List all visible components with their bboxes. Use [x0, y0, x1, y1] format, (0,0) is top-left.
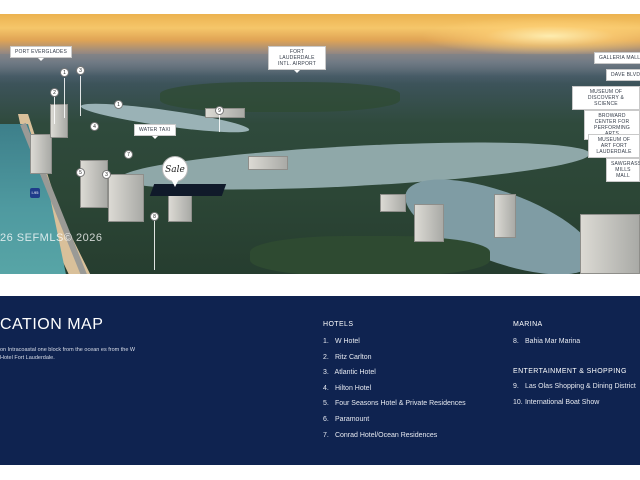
- list-item-number: 5.: [323, 400, 329, 408]
- pin-stem: [54, 94, 55, 124]
- hotels-heading: HOTELS: [323, 321, 354, 328]
- list-item-label: Ritz Carlton: [333, 353, 372, 361]
- label-museum-art: MUSEUM OF ART FORT LAUDERDALE: [588, 134, 640, 158]
- panel-title: CATION MAP: [0, 316, 104, 333]
- pin-stem: [64, 78, 65, 118]
- list-item-number: 1.: [323, 338, 329, 345]
- list-item: 4. Hilton Hotel: [323, 381, 466, 397]
- tower: [414, 204, 444, 242]
- hotels-list: 1. W Hotel 2. Ritz Carlton 3. Atlantic Hot…: [323, 334, 466, 443]
- list-item-label: Atlantic Hotel: [333, 369, 376, 377]
- tower: [494, 194, 516, 238]
- list-item: 10. International Boat Show: [513, 395, 636, 411]
- list-item-label: Conrad Hotel/Ocean Residences: [333, 431, 438, 439]
- list-item-label: International Boat Show: [523, 398, 600, 406]
- list-item: 8. Bahia Mar Marina: [513, 334, 580, 350]
- entertainment-list: 9. Las Olas Shopping & Dining District 10…: [513, 379, 636, 410]
- panel-description: on Intracoastal one block from the ocean…: [0, 347, 136, 361]
- pin-stem: [154, 220, 155, 270]
- location-map-panel: CATION MAP on Intracoastal one block fro…: [0, 296, 640, 465]
- building: [380, 194, 406, 212]
- list-item: 7. Conrad Hotel/Ocean Residences: [323, 428, 466, 444]
- label-sawgrass: SAWGRASS MILLS MALL: [606, 158, 640, 182]
- list-item: 2. Ritz Carlton: [323, 350, 466, 366]
- listing-photo-view: PORT EVERGLADES FORT LAUDERDALE INTL. AI…: [0, 0, 640, 480]
- marina-heading: MARINA: [513, 321, 543, 328]
- list-item: 5. Four Seasons Hotel & Private Residenc…: [323, 396, 466, 412]
- building: [205, 108, 245, 118]
- map-pin: 3: [102, 170, 111, 179]
- tree-cluster: [160, 82, 400, 112]
- sunset-glow: [420, 16, 640, 56]
- list-item-number: 6.: [323, 415, 329, 423]
- list-item: 6. Paramount: [323, 412, 466, 428]
- list-item-number: 4.: [323, 384, 329, 392]
- pin-stem: [219, 114, 220, 132]
- label-museum-discovery: MUSEUM OF DISCOVERY & SCIENCE: [572, 86, 640, 110]
- map-pin: 1: [114, 100, 123, 109]
- building: [248, 156, 288, 170]
- list-item-label: Bahia Mar Marina: [523, 338, 581, 345]
- list-item: 1. W Hotel: [323, 334, 466, 350]
- list-item-label: Las Olas Shopping & Dining District: [523, 383, 636, 390]
- list-item-number: 8.: [513, 338, 519, 345]
- list-item-number: 10.: [513, 398, 523, 406]
- list-item-number: 9.: [513, 383, 519, 390]
- pin-stem: [80, 76, 81, 116]
- map-pin: 4: [90, 122, 99, 131]
- list-item: 3. Atlantic Hotel: [323, 365, 466, 381]
- list-item-label: Four Seasons Hotel & Private Residences: [333, 400, 466, 408]
- map-pin: 3: [76, 66, 85, 75]
- list-item-number: 3.: [323, 369, 329, 377]
- tower: [80, 160, 108, 208]
- mls-watermark: 26 SEFMLS© 2026: [0, 232, 103, 244]
- map-pin: 5: [76, 168, 85, 177]
- property-location-pin: Sale: [162, 156, 188, 188]
- map-pin: 1: [60, 68, 69, 77]
- map-pin: 7: [124, 150, 133, 159]
- map-pin: 2: [50, 88, 59, 97]
- map-pin: 8: [150, 212, 159, 221]
- list-item-label: Hilton Hotel: [333, 384, 372, 392]
- pin-tip: [171, 179, 179, 187]
- tree-cluster: [250, 236, 490, 274]
- tower: [580, 214, 640, 274]
- aerial-location-photo: PORT EVERGLADES FORT LAUDERDALE INTL. AI…: [0, 14, 640, 274]
- label-galleria-mall: GALLERIA MALL: [594, 52, 640, 64]
- list-item-label: W Hotel: [333, 338, 360, 345]
- entertainment-heading: ENTERTAINMENT & SHOPPING: [513, 368, 627, 375]
- label-port-everglades: PORT EVERGLADES: [10, 46, 72, 61]
- list-item-label: Paramount: [333, 415, 370, 423]
- label-dave-blvd: DAVE BLVD: [606, 69, 640, 81]
- marina-list: 8. Bahia Mar Marina: [513, 334, 580, 350]
- label-airport: FORT LAUDERDALE INTL. AIRPORT: [268, 46, 326, 73]
- list-item-number: 7.: [323, 431, 329, 439]
- tower: [108, 174, 144, 222]
- map-pin: 9: [215, 106, 224, 115]
- tower: [50, 104, 68, 138]
- label-water-taxi: WATER TAXI: [134, 124, 176, 139]
- list-item-number: 2.: [323, 353, 329, 361]
- tower: [30, 134, 52, 174]
- list-item: 9. Las Olas Shopping & Dining District: [513, 379, 636, 395]
- highway-shield-icon: I-95: [30, 188, 40, 198]
